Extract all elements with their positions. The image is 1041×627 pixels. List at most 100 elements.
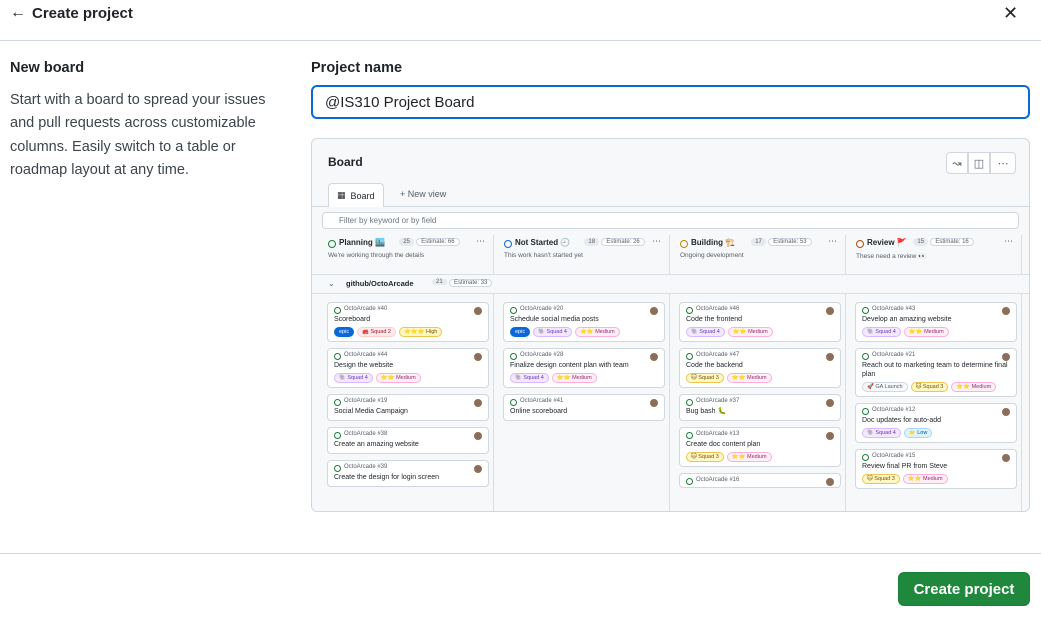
issue-title: Code the backend [686, 362, 743, 369]
column-name: Planning 🏙️ [339, 238, 385, 247]
avatar [826, 478, 834, 486]
arrow-left-icon[interactable]: ← [10, 4, 26, 22]
issue-label: ⭐ Low [903, 428, 933, 438]
issue-label: 🐘 Squad 4 [862, 428, 901, 438]
column-count: 15 [913, 238, 929, 246]
issue-title: Doc updates for auto-add [862, 417, 941, 424]
avatar [826, 432, 834, 440]
issue-card: OctoArcade #12 Doc updates for auto-add 🐘 … [855, 403, 1017, 443]
issue-label: ⭐⭐ Medium [727, 327, 773, 337]
issue-labels: 🐱 Squad 3 ⭐⭐ Medium [686, 452, 834, 462]
issue-labels: epic 🚒 Squad 2 ⭐⭐⭐ High [334, 327, 482, 337]
preview-toolbar: ↝ ◫ ⋯ [946, 152, 1016, 174]
issue-title: Finalize design content plan with team [510, 362, 629, 369]
avatar [1002, 353, 1010, 361]
group-name: github/OctoArcade [346, 279, 414, 288]
issue-card: OctoArcade #15 Review final PR from Steve… [855, 449, 1017, 489]
issue-label: 🐱 Squad 3 [686, 373, 724, 383]
issue-ref: OctoArcade #28 [510, 352, 658, 360]
issue-card: OctoArcade #46 Code the frontend 🐘 Squad 4… [679, 302, 841, 342]
issue-ref: OctoArcade #44 [334, 352, 482, 360]
status-circle-icon [504, 240, 512, 248]
board-icon: ▦ [337, 190, 346, 200]
board-preview: Board ↝ ◫ ⋯ ▦ Board + New view Filter by… [311, 138, 1030, 512]
column-estimate: Estimate: 16 [930, 238, 974, 246]
issue-label: ⭐⭐ Medium [726, 373, 772, 383]
dialog-title: Create project [32, 5, 133, 22]
issue-card: OctoArcade #40 Scoreboard epic 🚒 Squad 2 ⭐⭐⭐… [327, 302, 489, 342]
issue-ref: OctoArcade #12 [862, 407, 1010, 415]
issue-label: 🚒 Squad 2 [357, 327, 396, 337]
avatar [650, 353, 658, 361]
issue-ref: OctoArcade #19 [334, 398, 482, 406]
close-icon[interactable]: ✕ [1003, 3, 1018, 24]
issue-card: OctoArcade #41 Online scoreboard [503, 394, 665, 421]
project-name-label: Project name [311, 60, 403, 76]
issue-labels: 🐘 Squad 4 ⭐⭐ Medium [862, 327, 1010, 337]
preview-tab-board: ▦ Board [328, 183, 384, 207]
chevron-down-icon: ⌄ [328, 279, 335, 288]
issue-ref: OctoArcade #46 [686, 306, 834, 314]
issue-ref: OctoArcade #41 [510, 398, 658, 406]
issue-label: 🚀 GA Launch [862, 382, 908, 392]
create-project-button[interactable]: Create project [898, 572, 1030, 606]
avatar [826, 307, 834, 315]
column-estimate: Estimate: 66 [416, 238, 460, 246]
preview-filter: Filter by keyword or by field [322, 212, 1019, 229]
issue-title: Review final PR from Steve [862, 463, 948, 470]
issue-card: OctoArcade #28 Finalize design content pl… [503, 348, 665, 388]
issue-ref: OctoArcade #43 [862, 306, 1010, 314]
column-estimate: Estimate: 53 [768, 238, 812, 246]
issue-labels: epic 🐘 Squad 4 ⭐⭐ Medium [510, 327, 658, 337]
avatar [474, 399, 482, 407]
issue-ref: OctoArcade #16 [686, 477, 834, 485]
issue-label: 🐘 Squad 4 [533, 327, 572, 337]
issue-ref: OctoArcade #47 [686, 352, 834, 360]
status-circle-icon [328, 240, 336, 248]
avatar [1002, 454, 1010, 462]
issue-card: OctoArcade #43 Develop an amazing website… [855, 302, 1017, 342]
project-name-input[interactable] [311, 85, 1030, 119]
issue-label: epic [334, 327, 355, 337]
issue-ref: OctoArcade #13 [686, 431, 834, 439]
issue-card: OctoArcade #44 Design the website 🐘 Squad … [327, 348, 489, 388]
issue-label: 🐱 Squad 3 [910, 382, 949, 392]
more-icon: ⋯ [476, 236, 485, 246]
preview-tabs: ▦ Board + New view [312, 183, 1029, 207]
issue-ref: OctoArcade #37 [686, 398, 834, 406]
issue-card: OctoArcade #13 Create doc content plan 🐱 S… [679, 427, 841, 467]
issue-title: Create doc content plan [686, 441, 761, 448]
column-header: Building 🏗️ 17 Estimate: 53 ⋯ Ongoing develo… [674, 235, 845, 265]
issue-ref: OctoArcade #40 [334, 306, 482, 314]
issue-label: epic [510, 327, 531, 337]
issue-label: 🐱 Squad 3 [862, 474, 900, 484]
issue-labels: 🐱 Squad 3 ⭐⭐ Medium [862, 474, 1010, 484]
avatar [650, 399, 658, 407]
issue-card: OctoArcade #16 [679, 473, 841, 488]
issue-label: 🐱 Squad 3 [686, 452, 724, 462]
issue-title: Bug bash 🐛 [686, 408, 727, 415]
issue-label: 🐘 Squad 4 [334, 373, 373, 383]
issue-title: Create an amazing website [334, 441, 419, 448]
chart-icon: ↝ [946, 152, 968, 174]
issue-card: OctoArcade #37 Bug bash 🐛 [679, 394, 841, 421]
column-count: 25 [399, 238, 414, 246]
issue-label: ⭐⭐ Medium [551, 373, 597, 383]
column-subtitle: We're working through the details [328, 252, 425, 259]
issue-title: Online scoreboard [510, 408, 568, 415]
more-icon: ⋯ [652, 236, 661, 246]
issue-card: OctoArcade #21 Reach out to marketing tea… [855, 348, 1017, 397]
avatar [474, 432, 482, 440]
issue-labels: 🐘 Squad 4 ⭐⭐ Medium [510, 373, 658, 383]
avatar [474, 465, 482, 473]
issue-title: Social Media Campaign [334, 408, 408, 415]
status-circle-icon [680, 240, 688, 248]
dialog-header: ← Create project ✕ [0, 0, 1041, 41]
issue-card: OctoArcade #38 Create an amazing website [327, 427, 489, 454]
column-header: Planning 🏙️ 25 Estimate: 66 ⋯ We're working … [322, 235, 493, 265]
issue-labels: 🐘 Squad 4 ⭐ Low [862, 428, 1010, 438]
issue-ref: OctoArcade #20 [510, 306, 658, 314]
column-count: 17 [751, 238, 766, 246]
issue-label: 🐘 Squad 4 [862, 327, 901, 337]
avatar [826, 399, 834, 407]
